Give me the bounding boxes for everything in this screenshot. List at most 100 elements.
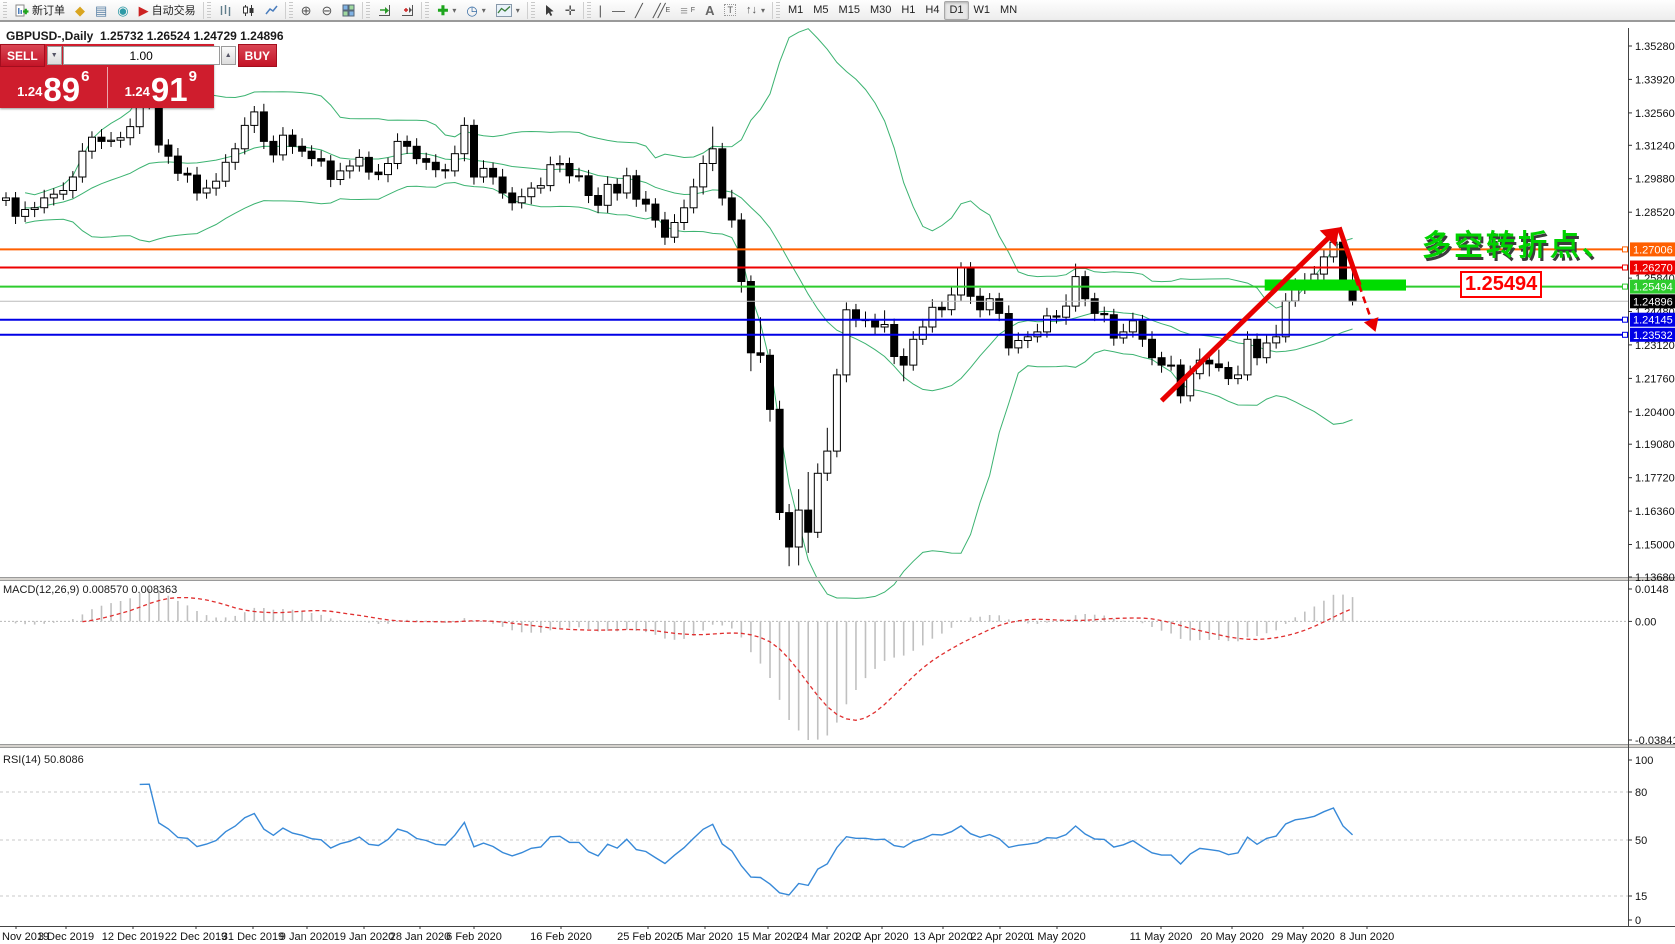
candlestick-button[interactable] — [237, 1, 260, 20]
svg-text:8 Jun 2020: 8 Jun 2020 — [1340, 931, 1394, 943]
candle-body — [985, 298, 994, 311]
candle-body — [546, 164, 555, 187]
svg-text:2 Apr 2020: 2 Apr 2020 — [855, 931, 908, 943]
candle-body — [565, 163, 574, 177]
candle-body — [909, 338, 918, 366]
macd-label: MACD(12,26,9) 0.008570 0.008363 — [3, 584, 177, 596]
crosshair-button[interactable]: ✛ — [560, 1, 581, 20]
channel-button[interactable]: ╱╱ E — [648, 1, 675, 20]
chart-text-annotation[interactable]: 多空转折点、 — [1422, 222, 1614, 264]
zoom-in-button[interactable]: ⊕ — [296, 1, 317, 20]
candle-body — [613, 183, 622, 194]
text-button[interactable]: A — [700, 1, 719, 20]
periods-button[interactable]: ◷ ▾ — [461, 1, 490, 20]
bar-chart-button[interactable] — [214, 1, 237, 20]
tile-windows-button[interactable] — [337, 1, 360, 20]
candle-body — [1081, 276, 1090, 300]
terminal-button[interactable]: ▤ — [90, 1, 112, 20]
candle-body — [355, 156, 364, 167]
timeframe-m1[interactable]: M1 — [783, 1, 808, 20]
timeframe-m15[interactable]: M15 — [834, 1, 865, 20]
toolbar-group-handle[interactable] — [288, 2, 293, 18]
candle-body — [21, 209, 30, 217]
fibonacci-button[interactable]: ≡ F — [675, 1, 700, 20]
arrows-button[interactable]: ↑↓ ▾ — [741, 1, 770, 20]
auto-scroll-button[interactable] — [373, 1, 396, 20]
sell-price[interactable]: 1.24 89 6 — [0, 67, 108, 108]
trendline-button[interactable]: ╱ — [630, 1, 648, 20]
candle-body — [1253, 338, 1262, 359]
sell-button[interactable]: SELL — [0, 44, 45, 67]
svg-text:22 Dec 2019: 22 Dec 2019 — [165, 931, 227, 943]
svg-text:1.33920: 1.33920 — [1635, 74, 1675, 86]
svg-text:0: 0 — [1635, 915, 1641, 927]
vertical-line-button[interactable]: | — [594, 1, 607, 20]
candle-body — [622, 175, 631, 194]
sell-price-big: 89 — [43, 70, 81, 108]
volume-input[interactable] — [62, 46, 220, 65]
candle-body — [11, 197, 20, 217]
price-annotation-tag[interactable]: 1.25494 — [1460, 271, 1543, 298]
chevron-down-icon: ▾ — [481, 5, 486, 15]
candle-body — [737, 219, 746, 282]
toolbar-group-handle[interactable] — [3, 2, 7, 18]
candle-body — [880, 324, 889, 328]
svg-text:24 Mar 2020: 24 Mar 2020 — [796, 931, 858, 943]
candle-body — [1062, 305, 1071, 318]
timeframe-m30[interactable]: M30 — [865, 1, 896, 20]
cursor-button[interactable] — [538, 1, 560, 20]
rsi-label: RSI(14) 50.8086 — [3, 754, 84, 766]
candle-body — [966, 267, 975, 297]
candle-body — [279, 134, 287, 156]
timeframe-h4[interactable]: H4 — [920, 1, 944, 20]
svg-text:1 May 2020: 1 May 2020 — [1028, 931, 1085, 943]
chart-canvas[interactable]: 1.35280 1.33920 1.32560 1.31240 1.29880 1.285… — [0, 0, 1675, 944]
candle-body — [40, 197, 49, 209]
timeframe-m5[interactable]: M5 — [808, 1, 833, 20]
volume-increase-button[interactable]: ▲ — [220, 46, 236, 65]
candle-body — [460, 124, 469, 155]
candle-body — [193, 174, 201, 194]
timeframe-h1[interactable]: H1 — [896, 1, 920, 20]
signals-button[interactable]: ◉ — [112, 1, 133, 20]
candle-body — [240, 124, 249, 150]
chart-shift-button[interactable] — [396, 1, 419, 20]
timeframe-w1[interactable]: W1 — [969, 1, 996, 20]
candle-body — [88, 136, 96, 152]
dashed-arrow-object[interactable] — [1358, 284, 1379, 332]
svg-text:1.13680: 1.13680 — [1635, 572, 1675, 584]
timeframe-d1[interactable]: D1 — [944, 0, 969, 20]
svg-text:100: 100 — [1635, 755, 1653, 767]
candle-body — [30, 207, 39, 211]
candle-body — [832, 374, 841, 452]
candle-body — [1205, 359, 1214, 365]
volume-decrease-button[interactable]: ▼ — [46, 46, 62, 65]
label-button[interactable]: T — [719, 1, 741, 20]
timeframe-mn[interactable]: MN — [995, 1, 1022, 20]
candle-body — [364, 156, 373, 173]
svg-text:1.15000: 1.15000 — [1635, 540, 1675, 552]
autotrading-button[interactable]: ▶ 自动交易 — [134, 1, 201, 20]
market-watch-button[interactable]: ◆ — [70, 1, 90, 20]
toolbar-group-handle[interactable] — [586, 2, 591, 18]
toolbar-group-handle[interactable] — [366, 2, 371, 18]
macd-histogram — [14, 589, 1354, 740]
toolbar-group-handle[interactable] — [206, 2, 211, 18]
horizontal-line-button[interactable]: — — [607, 1, 630, 20]
add-indicator-button[interactable]: ✚ ▾ — [432, 1, 461, 20]
toolbar-group-handle[interactable] — [425, 2, 430, 18]
toolbar-group-handle[interactable] — [775, 2, 780, 18]
buy-price[interactable]: 1.24 91 9 — [108, 67, 215, 108]
line-chart-button[interactable] — [260, 1, 283, 20]
candle-body — [259, 111, 268, 142]
sell-price-prefix: 1.24 — [17, 84, 43, 99]
candle-body — [498, 176, 507, 194]
templates-button[interactable]: ▾ — [491, 1, 525, 20]
new-order-button[interactable]: 新订单 — [10, 1, 70, 20]
zoom-out-button[interactable]: ⊖ — [317, 1, 338, 20]
candle-body — [231, 148, 240, 163]
toolbar-group-handle[interactable] — [530, 2, 535, 18]
buy-price-big: 91 — [150, 70, 188, 108]
candle-body — [212, 180, 221, 189]
buy-button[interactable]: BUY — [237, 44, 278, 67]
